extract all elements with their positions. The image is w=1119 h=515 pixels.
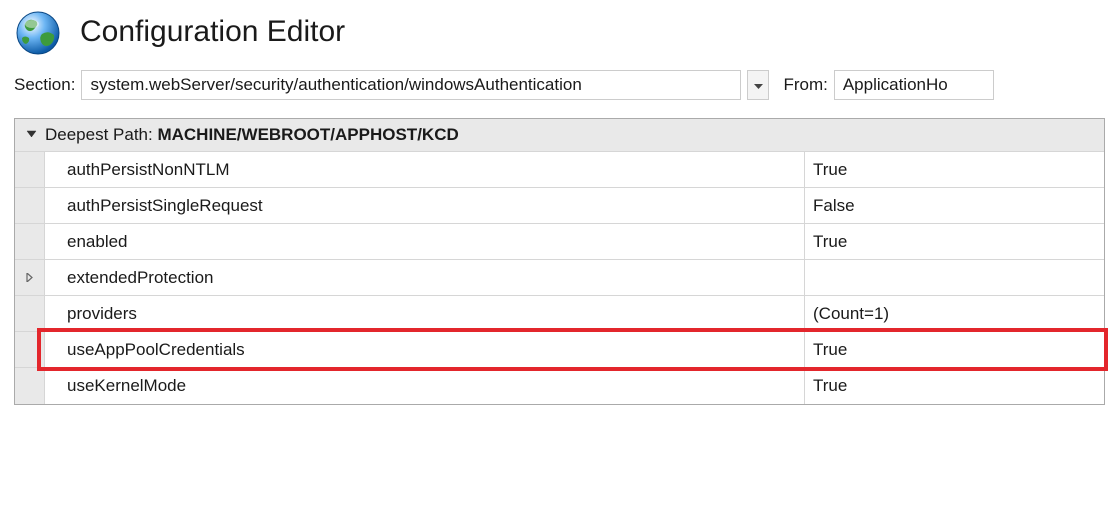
grid-header-path: MACHINE/WEBROOT/APPHOST/KCD <box>157 125 458 144</box>
chevron-down-filled-icon <box>26 126 37 144</box>
grid-row-highlighted[interactable]: useAppPoolCredentials True <box>15 332 1104 368</box>
row-label: enabled <box>45 224 805 259</box>
row-value[interactable]: True <box>805 368 1104 404</box>
section-dropdown-button[interactable] <box>747 70 769 100</box>
row-value[interactable]: True <box>805 332 1104 367</box>
property-grid: Deepest Path: MACHINE/WEBROOT/APPHOST/KC… <box>14 118 1105 405</box>
grid-group-header-text: Deepest Path: MACHINE/WEBROOT/APPHOST/KC… <box>45 125 459 145</box>
row-value[interactable]: True <box>805 224 1104 259</box>
row-expand-col <box>15 368 45 404</box>
row-expand-col <box>15 224 45 259</box>
row-expand-col <box>15 188 45 223</box>
row-expand-col <box>15 152 45 187</box>
grid-row[interactable]: extendedProtection <box>15 260 1104 296</box>
from-input[interactable] <box>834 70 994 100</box>
grid-row[interactable]: authPersistSingleRequest False <box>15 188 1104 224</box>
chevron-down-icon <box>754 75 763 95</box>
grid-row[interactable]: providers (Count=1) <box>15 296 1104 332</box>
row-value[interactable] <box>805 260 1104 295</box>
row-expand-col <box>15 296 45 331</box>
chevron-right-icon <box>25 269 34 287</box>
row-label: useAppPoolCredentials <box>45 332 805 367</box>
row-value[interactable]: True <box>805 152 1104 187</box>
from-label: From: <box>783 75 827 95</box>
row-value[interactable]: False <box>805 188 1104 223</box>
section-label: Section: <box>14 75 75 95</box>
row-label: authPersistNonNTLM <box>45 152 805 187</box>
row-label: useKernelMode <box>45 368 805 404</box>
row-value[interactable]: (Count=1) <box>805 296 1104 331</box>
row-label: authPersistSingleRequest <box>45 188 805 223</box>
row-expand-col <box>15 332 45 367</box>
grid-row[interactable]: enabled True <box>15 224 1104 260</box>
row-label: extendedProtection <box>45 260 805 295</box>
row-expand-col[interactable] <box>15 260 45 295</box>
grid-header-prefix: Deepest Path: <box>45 125 157 144</box>
collapse-toggle[interactable] <box>17 126 45 144</box>
page-title: Configuration Editor <box>80 15 345 49</box>
page-header: Configuration Editor <box>0 0 1119 64</box>
row-label: providers <box>45 296 805 331</box>
globe-icon <box>14 8 62 56</box>
grid-row[interactable]: useKernelMode True <box>15 368 1104 404</box>
section-input[interactable] <box>81 70 741 100</box>
grid-group-header[interactable]: Deepest Path: MACHINE/WEBROOT/APPHOST/KC… <box>15 119 1104 152</box>
grid-row[interactable]: authPersistNonNTLM True <box>15 152 1104 188</box>
section-bar: Section: From: <box>0 64 1119 110</box>
